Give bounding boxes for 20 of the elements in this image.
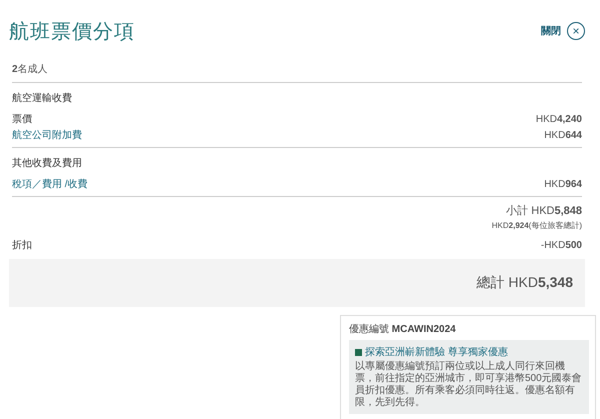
fee-label: 票價 xyxy=(12,113,32,126)
discount-amount: -HKD500 xyxy=(540,240,582,250)
per-traveller-total: HKD2,924(每位旅客總計) xyxy=(492,220,582,231)
close-link[interactable]: 關閉 xyxy=(541,24,561,38)
page-title: 航班票價分項 xyxy=(9,18,135,44)
section-heading: 航空運輸收費 xyxy=(12,92,73,105)
promo-code: 優惠編號 MCAWIN2024 xyxy=(349,322,457,336)
fee-link[interactable]: 稅項／費用 /收費 xyxy=(12,177,88,191)
subtotal: 小計 HKD5,848 xyxy=(506,204,582,218)
grand-total: 總計 HKD5,348 xyxy=(476,274,573,292)
fee-amount: HKD4,240 xyxy=(536,114,582,124)
close-button[interactable]: × xyxy=(567,22,585,40)
fee-amount: HKD644 xyxy=(544,130,582,140)
promo-headline: 探索亞洲嶄新體驗 尊享獨家優惠 xyxy=(365,346,508,359)
fee-link[interactable]: 航空公司附加費 xyxy=(12,128,82,142)
passenger-count: 2名成人 xyxy=(12,62,49,76)
promo-description: 以專屬優惠編號預訂兩位或以上成人同行來回機票，前往指定的亞洲城市，即可享港幣500元國泰會員折扣優惠。所有乘客必須同時往返。優惠名額有限，先到先得。 xyxy=(355,361,583,409)
fee-amount: HKD964 xyxy=(544,178,582,190)
discount-label: 折扣 xyxy=(12,238,32,252)
section-heading: 其他收費及費用 xyxy=(12,156,83,170)
